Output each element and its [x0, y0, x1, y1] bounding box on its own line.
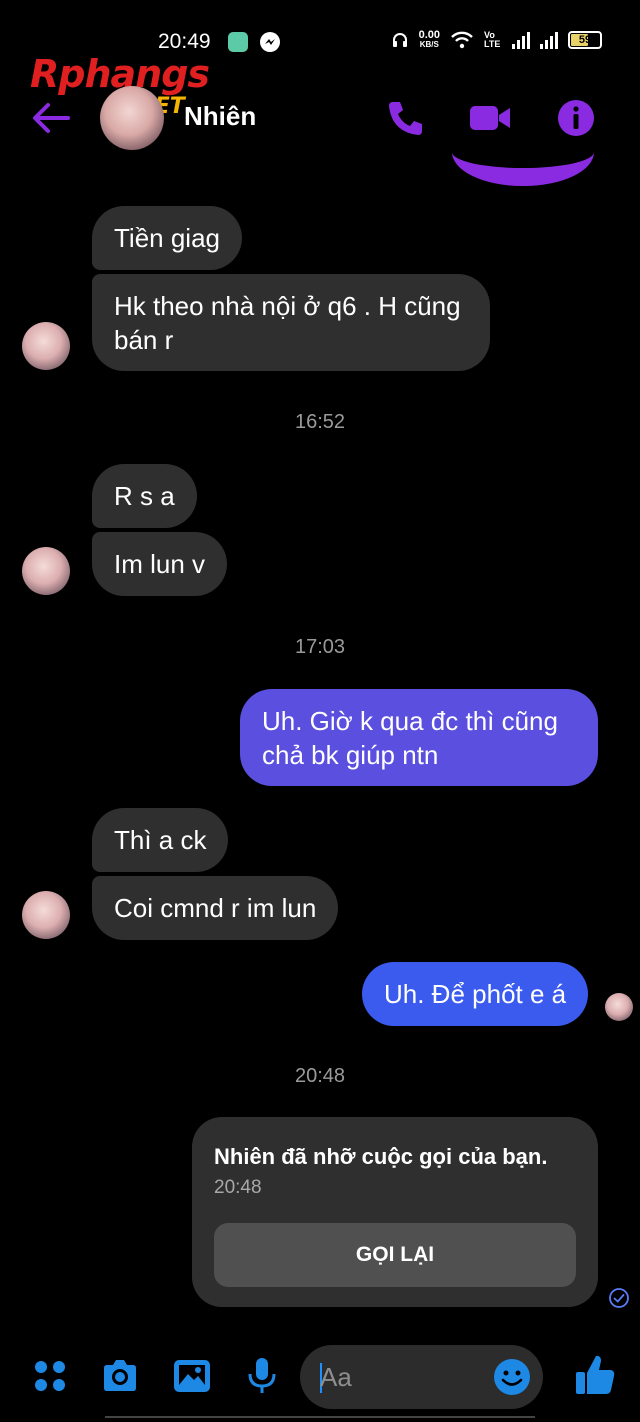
thumbs-up-icon[interactable]	[574, 1352, 616, 1396]
gallery-icon[interactable]	[172, 1356, 212, 1396]
phone-icon[interactable]	[384, 96, 428, 140]
message-text: Uh. Để phốt e á	[384, 979, 567, 1009]
message-outgoing[interactable]: Uh. Giờ k qua đc thì cũng chả bk giúp nt…	[240, 689, 598, 786]
sticker-peek	[452, 152, 594, 186]
video-camera-icon[interactable]	[468, 96, 512, 140]
battery-icon: 59	[568, 31, 602, 49]
net-speed-unit: KB/S	[419, 40, 439, 49]
delivered-check-icon	[609, 1288, 629, 1308]
message-text: Im lun v	[114, 549, 206, 579]
message-incoming[interactable]: Im lun v	[92, 532, 228, 596]
message-incoming[interactable]: R s a	[92, 464, 197, 528]
chat-header: Nhiên	[0, 80, 640, 160]
messenger-notification-icon	[260, 32, 280, 52]
contact-avatar-small[interactable]	[22, 547, 70, 595]
message-text: Coi cmnd r im lun	[114, 893, 317, 923]
home-indicator	[105, 1416, 535, 1422]
message-text: Thì a ck	[114, 825, 207, 855]
message-incoming[interactable]: Tiền giag	[92, 206, 242, 270]
status-time: 20:49	[158, 30, 211, 53]
message-text: R s a	[114, 481, 175, 511]
composer-bar	[0, 1340, 640, 1422]
message-input-container[interactable]	[300, 1345, 543, 1409]
net-speed-value: 0.00	[418, 29, 440, 41]
wifi-icon	[451, 31, 473, 49]
menu-dots-icon[interactable]	[30, 1356, 70, 1396]
back-arrow-icon[interactable]	[28, 98, 72, 138]
message-timestamp: 20:48	[294, 1065, 346, 1087]
info-icon[interactable]	[554, 96, 598, 140]
message-input[interactable]	[320, 1345, 490, 1409]
status-indicators: 0.00 KB/S Vo LTE 59	[391, 30, 602, 50]
contact-avatar[interactable]	[100, 86, 164, 150]
message-incoming[interactable]: Coi cmnd r im lun	[92, 876, 339, 940]
message-incoming[interactable]: Thì a ck	[92, 808, 229, 872]
message-text-line: Hk theo nhà nội ở q6 . H cũng	[114, 290, 461, 321]
signal-1-icon	[512, 31, 530, 49]
contact-avatar-small[interactable]	[22, 891, 70, 939]
call-back-button[interactable]: GỌI LẠI	[214, 1223, 576, 1287]
camera-icon[interactable]	[100, 1356, 140, 1396]
battery-level: 59	[578, 34, 592, 46]
message-timestamp: 16:52	[294, 411, 346, 433]
net-speed: 0.00 KB/S	[419, 30, 440, 50]
signal-2-icon	[540, 31, 558, 49]
volte-label: Vo LTE	[484, 30, 501, 49]
headset-icon	[392, 33, 407, 47]
read-receipt-avatar	[605, 993, 633, 1021]
message-text-line: Uh. Giờ k qua đc thì cũng	[262, 705, 558, 736]
message-text-line: chả bk giúp ntn	[262, 739, 439, 770]
message-timestamp: 17:03	[294, 636, 346, 658]
missed-call-card: Nhiên đã nhỡ cuộc gọi của bạn. 20:48 GỌI…	[192, 1117, 598, 1307]
message-text: Tiền giag	[114, 223, 220, 253]
contact-avatar-small[interactable]	[22, 322, 70, 370]
missed-call-time: 20:48	[214, 1177, 262, 1198]
emoji-icon[interactable]	[492, 1357, 532, 1397]
message-outgoing[interactable]: Uh. Để phốt e á	[362, 962, 589, 1026]
message-text-line: bán r	[114, 324, 174, 355]
contact-name[interactable]: Nhiên	[184, 101, 256, 132]
microphone-icon[interactable]	[242, 1356, 282, 1396]
message-incoming[interactable]: Hk theo nhà nội ở q6 . H cũng bán r	[92, 274, 490, 371]
app-notification-icon	[228, 32, 248, 52]
missed-call-title: Nhiên đã nhỡ cuộc gọi của bạn.	[214, 1144, 548, 1169]
